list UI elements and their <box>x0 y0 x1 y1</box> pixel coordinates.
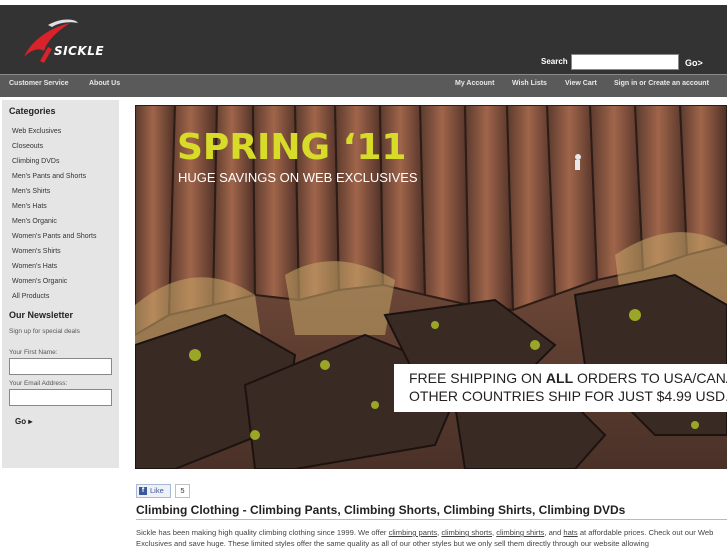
category-womens-organic[interactable]: Women's Organic <box>12 278 67 285</box>
nav-about-us[interactable]: About Us <box>89 80 120 87</box>
nav-my-account[interactable]: My Account <box>455 80 494 87</box>
shipping-promo: FREE SHIPPING ON ALL ORDERS TO USA/CANAD… <box>394 364 727 412</box>
hats-link[interactable]: hats <box>563 528 577 537</box>
search-label: Search <box>541 57 568 66</box>
nav-customer-service[interactable]: Customer Service <box>9 80 69 87</box>
search-go-button[interactable]: Go> <box>685 58 703 68</box>
category-mens-hats[interactable]: Men's Hats <box>12 203 47 210</box>
sickle-logo[interactable] <box>18 17 118 67</box>
climbing-shorts-link[interactable]: climbing shorts <box>441 528 492 537</box>
intro-paragraph: Sickle has been making high quality clim… <box>136 528 714 548</box>
facebook-icon: f <box>139 487 147 495</box>
climbing-shirts-link[interactable]: climbing shirts <box>496 528 544 537</box>
site-header: SICKLE Search Go> <box>0 5 727 74</box>
brand-name: SICKLE <box>54 44 105 58</box>
first-name-field[interactable] <box>9 358 112 375</box>
nav-sign-in[interactable]: Sign in or Create an account <box>614 80 709 87</box>
hero-banner[interactable]: SPRING ‘11 HUGE SAVINGS ON WEB EXCLUSIVE… <box>135 105 727 469</box>
nav-wish-lists[interactable]: Wish Lists <box>512 80 547 87</box>
newsletter-go-button[interactable]: Go ▸ <box>15 417 32 426</box>
promo-line-2: OTHER COUNTRIES SHIP FOR JUST $4.99 USD. <box>409 388 727 404</box>
facebook-like-button[interactable]: f Like <box>136 484 171 498</box>
category-mens-pants-shorts[interactable]: Men's Pants and Shorts <box>12 173 86 180</box>
category-womens-pants-shorts[interactable]: Women's Pants and Shorts <box>12 233 96 240</box>
promo-line-1: FREE SHIPPING ON ALL ORDERS TO USA/CANAD… <box>409 370 727 386</box>
heading-divider <box>136 519 727 520</box>
newsletter-heading: Our Newsletter <box>9 310 74 320</box>
hero-title: SPRING ‘11 <box>177 127 407 168</box>
search-input[interactable] <box>571 54 679 70</box>
category-mens-organic[interactable]: Men's Organic <box>12 218 57 225</box>
page-heading: Climbing Clothing - Climbing Pants, Clim… <box>136 503 626 517</box>
email-field[interactable] <box>9 389 112 406</box>
category-web-exclusives[interactable]: Web Exclusives <box>12 128 61 135</box>
category-all-products[interactable]: All Products <box>12 293 49 300</box>
category-womens-shirts[interactable]: Women's Shirts <box>12 248 61 255</box>
category-closeouts[interactable]: Closeouts <box>12 143 43 150</box>
nav-view-cart[interactable]: View Cart <box>565 80 597 87</box>
category-womens-hats[interactable]: Women's Hats <box>12 263 57 270</box>
newsletter-text: Sign up for special deals <box>9 328 80 335</box>
like-count: 5 <box>175 484 190 498</box>
first-name-label: Your First Name: <box>9 349 58 356</box>
nav-bar: Customer Service About Us My Account Wis… <box>0 74 727 97</box>
climbing-pants-link[interactable]: climbing pants <box>389 528 438 537</box>
category-mens-shirts[interactable]: Men's Shirts <box>12 188 50 195</box>
categories-heading: Categories <box>9 106 56 116</box>
email-label: Your Email Address: <box>9 380 68 387</box>
sidebar: Categories Web Exclusives Closeouts Clim… <box>2 100 119 468</box>
sickle-swoosh-icon <box>24 19 78 63</box>
category-climbing-dvds[interactable]: Climbing DVDs <box>12 158 59 165</box>
like-label: Like <box>150 486 164 495</box>
hero-subtitle: HUGE SAVINGS ON WEB EXCLUSIVES <box>178 170 418 185</box>
